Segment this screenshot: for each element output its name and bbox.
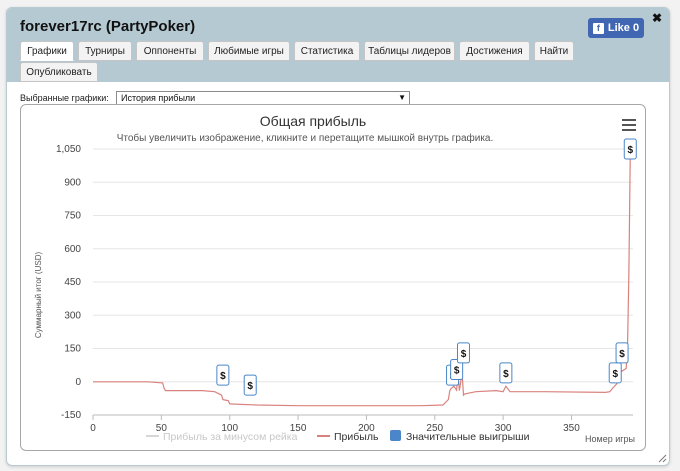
tab-label: Оппоненты: [143, 45, 197, 57]
legend-item-big-wins[interactable]: Значительные выигрыши: [390, 430, 530, 443]
y-ticks: -150 0 150 300 450 600 750 900 1,050: [56, 144, 81, 421]
tab-label: Турниры: [85, 45, 125, 57]
close-icon[interactable]: ✖: [652, 11, 662, 25]
profit-chart[interactable]: Общая прибыль Чтобы увеличить изображени…: [20, 104, 646, 451]
big-win-symbol: $: [461, 349, 467, 360]
big-win-symbol: $: [619, 349, 625, 360]
profile-window: forever17rc (PartyPoker) f Like 0 ✖ Граф…: [6, 7, 670, 466]
y-tick-label: 0: [75, 377, 81, 388]
legend: Прибыль за минусом рейка Прибыль Значите…: [146, 430, 530, 443]
series-layer: [93, 151, 631, 407]
y-tick-label: 150: [64, 344, 81, 355]
legend-label-no-rake: Прибыль за минусом рейка: [163, 431, 298, 443]
tab-label: Достижения: [466, 45, 523, 57]
tab-find[interactable]: Найти: [534, 41, 574, 61]
legend-item-no-rake[interactable]: Прибыль за минусом рейка: [146, 431, 298, 443]
tab-opponents[interactable]: Оппоненты: [136, 41, 204, 61]
series-line-0: [93, 151, 631, 407]
tab-statistics[interactable]: Статистика: [294, 41, 360, 61]
tab-label: Статистика: [300, 45, 354, 57]
y-tick-label: -150: [61, 410, 81, 421]
menu-icon[interactable]: [622, 119, 636, 131]
big-win-marker[interactable]: $: [216, 364, 230, 386]
tab-label: Опубликовать: [26, 66, 92, 78]
tab-label: Любимые игры: [214, 45, 284, 57]
y-tick-label: 1,050: [56, 144, 81, 155]
tab-label: Таблицы лидеров: [368, 45, 451, 57]
y-tick-label: 450: [64, 277, 81, 288]
big-win-marker[interactable]: $: [456, 342, 470, 364]
tab-graphs[interactable]: Графики: [20, 41, 74, 61]
window-header: forever17rc (PartyPoker) f Like 0 ✖ Граф…: [7, 8, 669, 82]
tab-leaderboards[interactable]: Таблицы лидеров: [364, 41, 455, 61]
legend-item-profit[interactable]: Прибыль: [317, 431, 379, 443]
tab-favorite-games[interactable]: Любимые игры: [208, 41, 290, 61]
big-win-symbol: $: [627, 145, 633, 156]
graph-select[interactable]: История прибыли ▼: [116, 91, 410, 105]
big-win-symbol: $: [220, 371, 226, 382]
x-tick-label: 0: [90, 423, 96, 434]
window-title: forever17rc (PartyPoker): [20, 18, 196, 35]
big-win-marker[interactable]: $: [623, 138, 637, 160]
big-wins-layer: $$$$$$$$$: [216, 138, 637, 396]
tab-tournaments[interactable]: Турниры: [78, 41, 132, 61]
y-axis-label: Суммарный итог (USD): [34, 252, 43, 339]
big-win-marker[interactable]: $: [608, 362, 622, 384]
tab-publish[interactable]: Опубликовать: [20, 62, 98, 82]
big-win-marker[interactable]: $: [499, 362, 513, 384]
y-tick-label: 750: [64, 211, 81, 222]
big-win-marker[interactable]: $: [615, 342, 629, 364]
big-win-symbol: $: [247, 381, 253, 392]
big-win-symbol: $: [503, 369, 509, 380]
grid: [93, 148, 633, 416]
x-tick-label: 350: [563, 423, 580, 434]
legend-swatch-big-wins: [390, 430, 401, 441]
resize-grip-icon[interactable]: [658, 454, 667, 463]
legend-label-big-wins: Значительные выигрыши: [406, 431, 530, 443]
y-tick-label: 300: [64, 310, 81, 321]
x-axis-label: Номер игры: [585, 434, 635, 444]
y-tick-label: 900: [64, 177, 81, 188]
chart-svg[interactable]: Общая прибыль Чтобы увеличить изображени…: [21, 105, 646, 451]
facebook-like-button[interactable]: f Like 0: [588, 18, 644, 38]
tab-label: Графики: [27, 45, 67, 57]
big-win-symbol: $: [454, 366, 460, 377]
graph-select-value: История прибыли: [121, 93, 196, 103]
big-win-symbol: $: [612, 369, 618, 380]
graph-select-label: Выбранные графики:: [20, 93, 109, 103]
dropdown-arrow-icon: ▼: [398, 93, 406, 102]
tab-achievements[interactable]: Достижения: [459, 41, 530, 61]
tab-label: Найти: [539, 45, 569, 57]
like-label: Like 0: [607, 22, 640, 34]
legend-label-profit: Прибыль: [334, 431, 379, 443]
chart-subtitle: Чтобы увеличить изображение, кликните и …: [117, 132, 494, 144]
y-tick-label: 600: [64, 244, 81, 255]
thumbs-up-icon: f: [592, 22, 604, 34]
chart-title: Общая прибыль: [260, 113, 366, 129]
big-win-marker[interactable]: $: [243, 374, 257, 396]
